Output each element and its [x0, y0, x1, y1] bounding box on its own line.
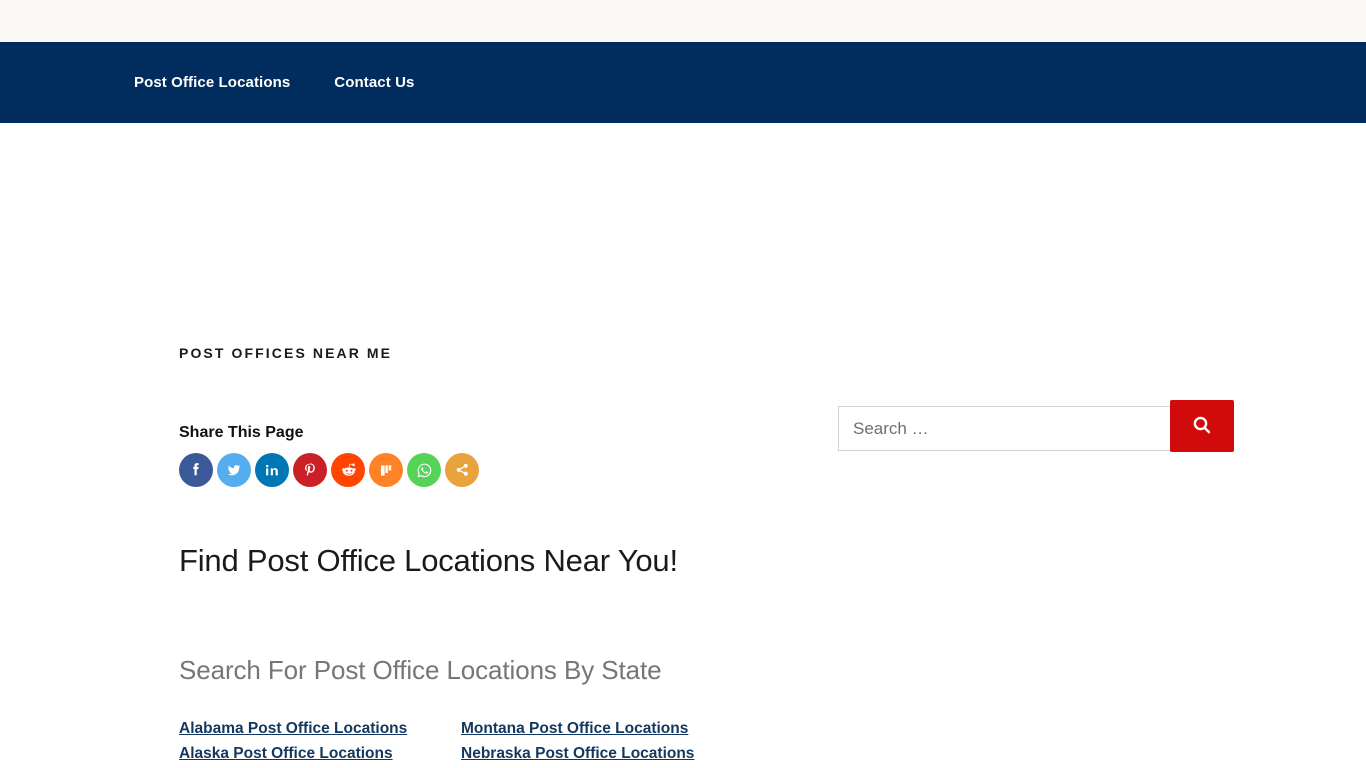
- site-title[interactable]: POST OFFICES NEAR ME: [179, 345, 392, 361]
- state-link-alabama[interactable]: Alabama Post Office Locations: [179, 716, 461, 741]
- linkedin-share-icon[interactable]: [255, 453, 289, 487]
- nav-item-post-office-locations[interactable]: Post Office Locations: [134, 74, 290, 91]
- state-links-columns: Alabama Post Office Locations Alaska Pos…: [179, 716, 739, 768]
- search-button[interactable]: [1170, 400, 1234, 452]
- section-subtitle: Search For Post Office Locations By Stat…: [179, 654, 662, 685]
- search-form: [838, 400, 1234, 452]
- state-links-column-right: Montana Post Office Locations Nebraska P…: [461, 716, 739, 768]
- state-link-alaska[interactable]: Alaska Post Office Locations: [179, 741, 461, 766]
- facebook-share-icon[interactable]: [179, 453, 213, 487]
- main-content-column: Share This Page Find Post Office Locatio…: [179, 423, 799, 768]
- state-link-montana[interactable]: Montana Post Office Locations: [461, 716, 739, 741]
- state-links-column-left: Alabama Post Office Locations Alaska Pos…: [179, 716, 461, 768]
- reddit-share-icon[interactable]: [331, 453, 365, 487]
- nav-item-contact-us[interactable]: Contact Us: [334, 74, 414, 91]
- sidebar: [838, 400, 1234, 452]
- social-share-row: [179, 453, 799, 487]
- state-link-nebraska[interactable]: Nebraska Post Office Locations: [461, 741, 739, 766]
- more-share-icon[interactable]: [445, 453, 479, 487]
- search-icon: [1190, 413, 1214, 440]
- twitter-share-icon[interactable]: [217, 453, 251, 487]
- main-navigation: Post Office Locations Contact Us: [0, 42, 1366, 123]
- pinterest-share-icon[interactable]: [293, 453, 327, 487]
- page-title: Find Post Office Locations Near You!: [179, 543, 678, 578]
- nav-items-container: Post Office Locations Contact Us: [0, 74, 1366, 91]
- share-this-page-title: Share This Page: [179, 424, 304, 441]
- whatsapp-share-icon[interactable]: [407, 453, 441, 487]
- mix-share-icon[interactable]: [369, 453, 403, 487]
- top-strip: [0, 0, 1366, 42]
